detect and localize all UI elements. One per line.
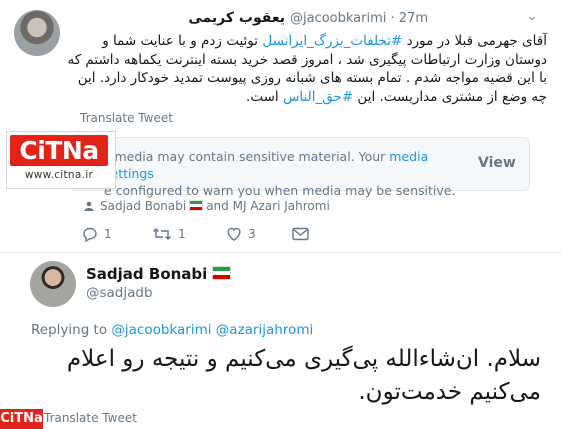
tweet-line: می‌کنیم خدمت‌تون. — [358, 379, 541, 405]
iran-flag-icon — [189, 200, 204, 211]
tweet-line: آقای جهرمی قبلا در مورد #تخلفات_بزرگ_ایر… — [102, 33, 547, 49]
envelope-icon — [292, 227, 309, 240]
translate-tweet-link[interactable]: Translate Tweet — [80, 111, 173, 125]
hashtag-link[interactable]: #حق_الناس — [283, 89, 353, 105]
tweet-line: با این قضیه مواجه شدم . تمام بسته های شب… — [77, 70, 547, 86]
chevron-down-icon[interactable]: ⌄ — [522, 8, 542, 28]
sensitive-media-text: s media may contain sensitive material. … — [104, 149, 456, 198]
avatar[interactable] — [30, 261, 76, 307]
hashtag-link[interactable]: #تخلفات_بزرگ_ایرانسل — [262, 33, 402, 49]
direct-message-button[interactable] — [292, 226, 309, 241]
view-media-button[interactable]: View — [478, 155, 516, 171]
iran-flag-icon — [212, 266, 232, 280]
retweet-count: 1 — [178, 226, 186, 241]
mention-link[interactable]: @jacoobkarimi — [111, 322, 211, 338]
translate-tweet-link[interactable]: Translate Tweet — [44, 411, 137, 425]
tweet-divider — [0, 252, 561, 253]
tweet-text: سلام. ان‌شاءالله پی‌گیری می‌کنیم و نتیجه… — [60, 343, 541, 409]
citna-logo: CiTNa www.citna.ir — [6, 131, 116, 189]
tweet-text: آقای جهرمی قبلا در مورد #تخلفات_بزرگ_ایر… — [60, 32, 547, 106]
logo-wordmark-small: CiTNa — [0, 411, 43, 426]
mention-link[interactable]: @azarijahromi — [216, 322, 313, 338]
handle-and-time[interactable]: @jacoobkarimi · 27m — [290, 11, 428, 26]
person-icon — [84, 201, 94, 211]
retweet-button[interactable]: 1 — [152, 226, 186, 242]
like-button[interactable]: 3 — [226, 226, 256, 242]
tweet-line: چه وضع از مشتری مداریست. این #حق_الناس ا… — [246, 88, 547, 105]
reply-button[interactable]: 1 — [82, 226, 112, 243]
reply-count: 1 — [104, 226, 112, 241]
tweet-line: سلام. ان‌شاءالله پی‌گیری می‌کنیم و نتیجه… — [66, 346, 541, 372]
logo-url: www.citna.ir — [24, 169, 94, 181]
replying-to: Replying to @jacoobkarimi @azarijahromi — [31, 322, 314, 338]
retweet-icon — [153, 228, 171, 240]
like-count: 3 — [248, 226, 256, 241]
display-name[interactable]: یعقوب کریمی — [0, 10, 285, 26]
logo-wordmark: CiTNa — [19, 136, 99, 165]
tagged-users[interactable]: Sadjad Bonabi and MJ Azari Jahromi — [84, 199, 330, 213]
heart-icon — [227, 227, 241, 241]
tweet-line: دوستان وزارت ارتباطات پیگیری شد ، امروز … — [67, 51, 547, 68]
reply-icon — [83, 227, 97, 243]
handle[interactable]: @sadjadb — [86, 285, 153, 301]
display-name[interactable]: Sadjad Bonabi — [86, 265, 234, 283]
